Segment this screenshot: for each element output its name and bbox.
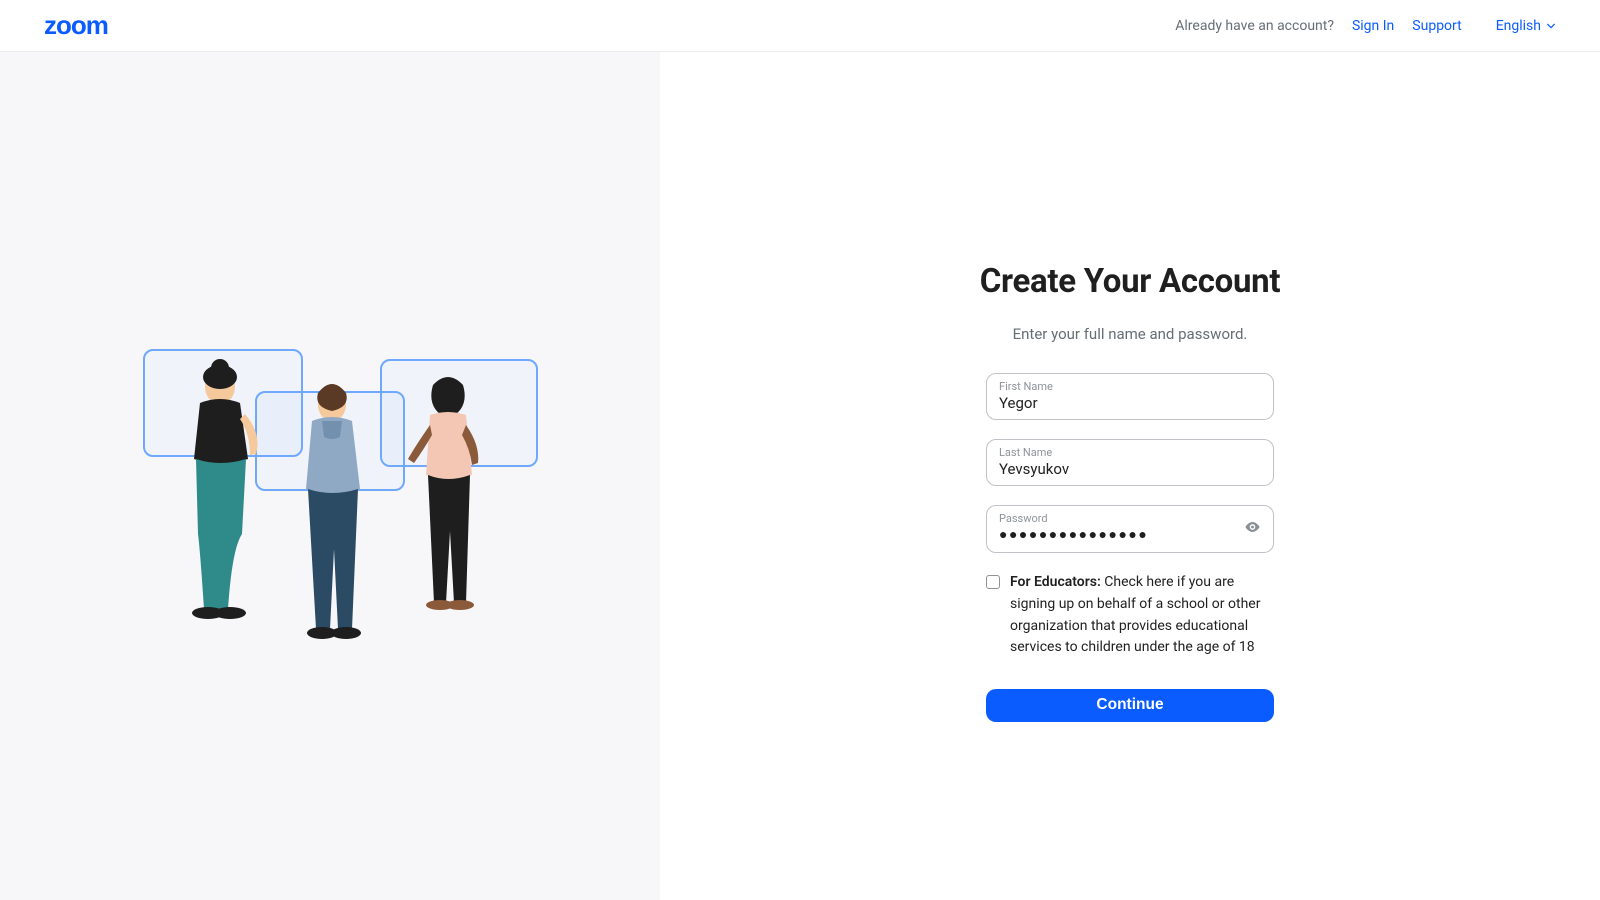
last-name-input[interactable] xyxy=(999,460,1261,478)
header-right: Already have an account? Sign In Support… xyxy=(1175,18,1556,34)
header: zoom Already have an account? Sign In Su… xyxy=(0,0,1600,52)
first-name-field[interactable]: First Name xyxy=(986,373,1274,420)
first-name-input[interactable] xyxy=(999,394,1261,412)
educators-row: For Educators: Check here if you are sig… xyxy=(986,572,1274,659)
language-label: English xyxy=(1496,18,1541,34)
educators-text: For Educators: Check here if you are sig… xyxy=(1010,572,1274,659)
already-have-account-text: Already have an account? xyxy=(1175,18,1334,34)
illustration-panel xyxy=(0,52,660,900)
signup-form: First Name Last Name Password ●●●●●●●●●●… xyxy=(986,373,1274,722)
password-label: Password xyxy=(999,512,1261,525)
show-password-button[interactable] xyxy=(1244,519,1261,540)
continue-button[interactable]: Continue xyxy=(986,689,1274,722)
support-link[interactable]: Support xyxy=(1412,18,1461,34)
sign-in-link[interactable]: Sign In xyxy=(1352,18,1394,34)
password-field[interactable]: Password ●●●●●●●●●●●●●●● xyxy=(986,505,1274,553)
last-name-label: Last Name xyxy=(999,446,1261,459)
educators-bold: For Educators: xyxy=(1010,574,1101,590)
page-subtitle: Enter your full name and password. xyxy=(1013,325,1248,343)
chevron-down-icon xyxy=(1546,21,1556,31)
people-illustration xyxy=(115,321,545,631)
language-selector[interactable]: English xyxy=(1496,18,1556,34)
educators-checkbox[interactable] xyxy=(986,575,1000,589)
first-name-label: First Name xyxy=(999,380,1261,393)
last-name-field[interactable]: Last Name xyxy=(986,439,1274,486)
zoom-logo: zoom xyxy=(44,10,108,41)
password-input[interactable]: ●●●●●●●●●●●●●●● xyxy=(999,526,1261,546)
eye-icon xyxy=(1244,519,1261,536)
page-title: Create Your Account xyxy=(980,262,1280,301)
